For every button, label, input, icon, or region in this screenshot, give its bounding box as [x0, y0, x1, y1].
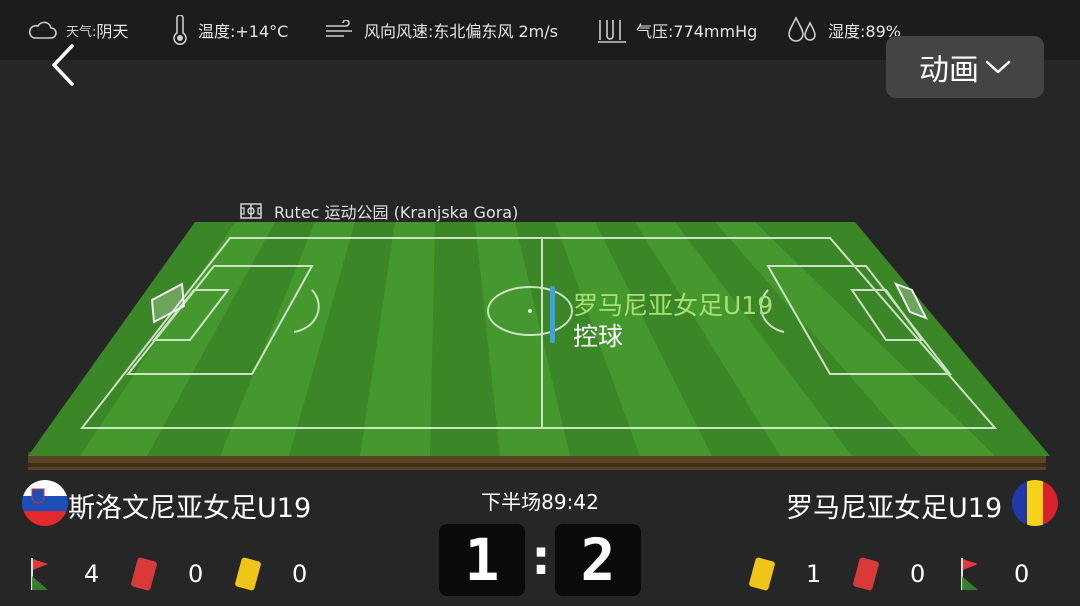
away-flag: [1012, 480, 1058, 526]
possession-label: 控球: [573, 322, 624, 351]
weather-label: 天气:: [66, 24, 97, 40]
away-red-cards: 0: [910, 560, 926, 588]
score-separator: :: [531, 530, 551, 586]
home-flag: [22, 480, 68, 526]
wind-icon: [326, 20, 352, 37]
home-team-name: 斯洛文尼亚女足U19: [68, 493, 312, 524]
football-pitch: [28, 222, 1050, 470]
corner-flag-icon: [961, 558, 978, 590]
wind-item: 风向风速:东北偏东风 2m/s: [324, 16, 558, 44]
home-yellow-cards: 0: [292, 560, 308, 588]
temperature-item: 温度:+14°C: [170, 15, 289, 45]
chevron-left-icon: [52, 44, 74, 86]
cloud-icon: [28, 21, 57, 39]
chevron-down-icon: [985, 60, 1011, 74]
red-card-icon: [131, 557, 157, 591]
temperature-text: 温度:+14°C: [198, 22, 289, 41]
pressure-icon: [598, 20, 626, 43]
match-time: 下半场89:42: [481, 490, 599, 514]
home-corners: 4: [84, 560, 100, 588]
away-score: 2: [555, 524, 641, 596]
yellow-card-icon: [235, 557, 261, 591]
away-yellow-cards: 1: [806, 560, 822, 588]
corner-flag-icon: [31, 558, 48, 590]
wind-text: 风向风速:东北偏东风 2m/s: [364, 22, 558, 41]
weather-value: 阴天: [96, 22, 129, 41]
droplets-icon: [788, 16, 816, 42]
home-red-cards: 0: [188, 560, 204, 588]
home-score: 1: [439, 524, 525, 596]
thermometer-icon: [173, 15, 187, 45]
pressure-text: 气压:774mmHg: [636, 22, 758, 41]
back-button[interactable]: [44, 40, 84, 90]
yellow-card-icon: [749, 557, 775, 591]
away-corners: 0: [1014, 560, 1030, 588]
animation-dropdown[interactable]: 动画: [886, 36, 1044, 98]
animation-label: 动画: [919, 53, 979, 88]
red-card-icon: [853, 557, 879, 591]
possession-bar: [550, 286, 555, 343]
away-team-name: 罗马尼亚女足U19: [786, 493, 1003, 524]
pressure-item: 气压:774mmHg: [596, 16, 757, 44]
humidity-item: 湿度:89%: [786, 16, 901, 44]
